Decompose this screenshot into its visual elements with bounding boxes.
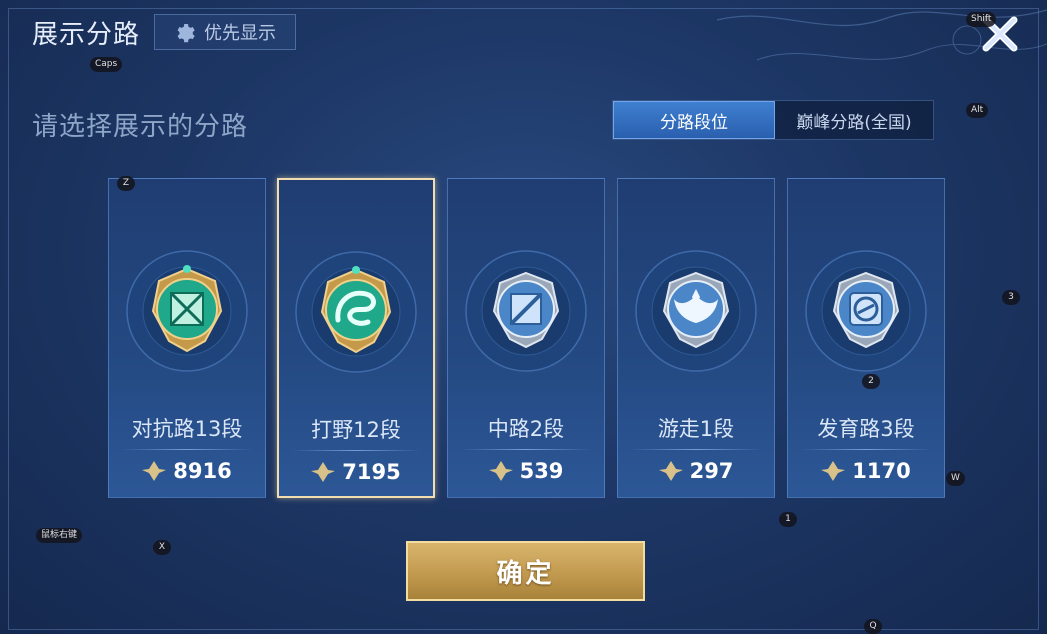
key-hint-z: Z xyxy=(117,176,135,191)
lane-card-roam[interactable]: 游走1段 297 xyxy=(617,178,775,498)
gear-icon xyxy=(177,23,195,43)
divider xyxy=(121,449,253,450)
priority-display-button[interactable]: 优先显示 xyxy=(154,14,296,50)
lane-card-farm[interactable]: 发育路3段 1170 xyxy=(787,178,945,498)
lane-select-dialog: 展示分路 优先显示 请选择展示的分路 分路段位 巅峰分路(全国) 对抗路13段 … xyxy=(0,0,1047,634)
divider xyxy=(800,449,932,450)
lane-score-value: 1170 xyxy=(852,459,911,483)
key-hint-3: 3 xyxy=(1002,290,1020,305)
lane-name: 发育路3段 xyxy=(817,417,915,441)
lane-card-mid[interactable]: 中路2段 539 xyxy=(447,178,605,498)
roam-wings-emblem-icon xyxy=(635,250,757,372)
lane-name: 对抗路13段 xyxy=(131,417,243,441)
priority-display-label: 优先显示 xyxy=(204,23,276,44)
key-hint-shift: Shift xyxy=(966,12,997,27)
tab-peak-lane-national[interactable]: 巅峰分路(全国) xyxy=(775,101,933,139)
divider xyxy=(460,449,592,450)
lane-score: 297 xyxy=(618,459,774,483)
lane-score: 8916 xyxy=(109,459,265,483)
lane-tab-bar: 分路段位 巅峰分路(全国) xyxy=(612,100,934,140)
dialog-title: 展示分路 xyxy=(32,20,141,50)
lane-score: 1170 xyxy=(788,459,944,483)
lane-name: 游走1段 xyxy=(657,417,735,441)
key-hint-1: 1 xyxy=(779,512,797,527)
rank-points-icon xyxy=(488,461,513,481)
lane-score: 539 xyxy=(448,459,604,483)
key-hint-caps: Caps xyxy=(90,57,123,72)
lane-score: 7195 xyxy=(279,460,433,484)
lane-score-value: 8916 xyxy=(173,459,232,483)
mid-lane-emblem-icon xyxy=(465,250,587,372)
rank-points-icon xyxy=(821,461,846,481)
divider xyxy=(630,449,762,450)
key-hint-q: Q xyxy=(864,619,882,634)
key-hint-mouse-right: 鼠标右键 xyxy=(36,528,83,543)
lane-name: 中路2段 xyxy=(487,417,565,441)
tab-lane-rank[interactable]: 分路段位 xyxy=(613,101,775,139)
confirm-label: 确定 xyxy=(496,558,555,589)
lane-name: 打野12段 xyxy=(311,418,401,442)
lane-card-jungle[interactable]: 打野12段 7195 xyxy=(277,178,435,498)
lane-score-value: 297 xyxy=(689,459,734,483)
lane-score-value: 539 xyxy=(519,459,564,483)
rank-points-icon xyxy=(311,462,336,482)
rank-points-icon xyxy=(142,461,167,481)
divider xyxy=(291,450,421,451)
key-hint-alt: Alt xyxy=(966,103,989,118)
clash-lane-emblem-icon xyxy=(126,250,248,372)
jungle-dragon-emblem-icon xyxy=(295,251,417,373)
lane-score-value: 7195 xyxy=(342,460,401,484)
lane-card-clash[interactable]: 对抗路13段 8916 xyxy=(108,178,266,498)
key-hint-w: W xyxy=(946,471,965,486)
confirm-button[interactable]: 确定 xyxy=(406,541,645,601)
rank-points-icon xyxy=(658,461,683,481)
instruction-text: 请选择展示的分路 xyxy=(32,112,249,142)
farm-lane-emblem-icon xyxy=(805,250,927,372)
key-hint-2: 2 xyxy=(862,374,880,389)
key-hint-x: X xyxy=(153,540,171,555)
